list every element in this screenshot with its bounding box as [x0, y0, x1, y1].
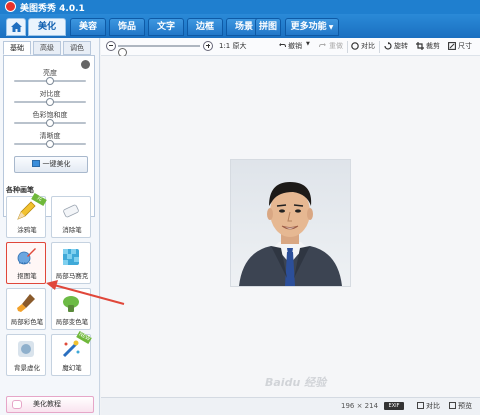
eraser-icon — [63, 204, 79, 218]
cutout-pen-icon — [17, 248, 36, 265]
brush-background-blur[interactable]: 背景虚化 — [6, 334, 46, 376]
status-compare-button[interactable]: 对比 — [417, 401, 440, 411]
undo-dropdown-icon[interactable]: ▼ — [306, 41, 310, 47]
title-bar: 美图秀秀 4.0.1 — [0, 0, 480, 14]
tab-beautify[interactable]: 美化 — [28, 18, 66, 36]
saturation-slider-thumb[interactable] — [46, 119, 54, 127]
tab-frame[interactable]: 边框 — [187, 18, 223, 36]
redo-button[interactable]: 重做 — [329, 41, 343, 51]
chevron-down-icon: ▼ — [328, 24, 334, 31]
saturation-slider[interactable] — [14, 119, 86, 127]
rotate-button[interactable]: 旋转 — [394, 41, 408, 51]
sharpness-slider[interactable] — [14, 140, 86, 148]
tab-more-functions[interactable]: 更多功能 ▼ — [285, 18, 339, 36]
toolbar-divider — [379, 41, 380, 53]
subtab-basic[interactable]: 基础 — [3, 41, 31, 55]
tab-accessories[interactable]: 饰品 — [109, 18, 145, 36]
redo-icon — [319, 43, 326, 47]
preview-icon — [449, 402, 456, 409]
magic-pen-icon — [62, 340, 80, 358]
tab-text[interactable]: 文字 — [148, 18, 184, 36]
resize-button[interactable]: 尺寸 — [458, 41, 472, 51]
crop-button[interactable]: 裁剪 — [426, 41, 440, 51]
hand-icon — [12, 400, 22, 409]
compare-icon — [351, 42, 359, 50]
pencil-icon — [17, 201, 36, 220]
status-bar: 196 × 214 EXIF 对比 预览 — [101, 397, 480, 415]
watermark: Baidu 经验 — [265, 376, 327, 389]
photo-preview — [231, 160, 350, 286]
brush-eraser-pen[interactable]: 消除笔 — [51, 196, 91, 238]
zoom-slider[interactable] — [118, 45, 200, 57]
annotation-arrow-icon — [46, 280, 125, 305]
image-canvas[interactable] — [101, 56, 480, 397]
mosaic-icon — [63, 249, 79, 265]
color-brush-icon — [17, 294, 35, 312]
one-click-beautify-button[interactable]: 一键美化 — [14, 156, 88, 173]
tab-beauty[interactable]: 美容 — [70, 18, 106, 36]
status-preview-button[interactable]: 预览 — [449, 401, 472, 411]
brightness-slider[interactable] — [14, 77, 86, 85]
undo-icon — [279, 43, 286, 47]
home-button[interactable] — [6, 18, 26, 36]
resize-icon — [448, 42, 456, 50]
rotate-icon — [384, 42, 392, 50]
tab-collage[interactable]: 拼图 — [255, 18, 281, 36]
subtab-color[interactable]: 调色 — [63, 41, 91, 55]
zoom-in-icon[interactable] — [203, 41, 213, 51]
compare-icon — [417, 402, 424, 409]
menu-bar: 美化 美容 饰品 文字 边框 场景 拼图 更多功能 ▼ — [0, 14, 480, 38]
image-size-readout: 196 × 214 — [341, 402, 379, 410]
subtab-advanced[interactable]: 高级 — [33, 41, 61, 55]
compare-button[interactable]: 对比 — [361, 41, 375, 51]
canvas-toolbar: 1:1 原大 撤销 ▼ 重做 对比 旋转 裁剪 尺寸 — [101, 38, 480, 57]
contrast-slider[interactable] — [14, 98, 86, 106]
crop-icon — [416, 42, 424, 50]
undo-button[interactable]: 撤销 — [288, 41, 302, 51]
picture-icon — [31, 160, 40, 167]
contrast-slider-thumb[interactable] — [46, 98, 54, 106]
actual-size-button[interactable]: 1:1 原大 — [219, 41, 247, 51]
brush-doodle-pen[interactable]: 元 涂鸦笔 — [6, 192, 47, 238]
window-title: 美图秀秀 4.0.1 — [20, 4, 85, 14]
home-icon — [11, 22, 22, 32]
brush-magic-pen[interactable]: NEW 魔幻笔 — [51, 330, 92, 376]
blur-background-icon — [18, 341, 34, 357]
portrait-image — [239, 182, 342, 286]
beautify-tutorial-button[interactable]: 美化教程 — [6, 396, 94, 413]
zoom-out-icon[interactable] — [106, 41, 116, 51]
toolbar-divider — [347, 41, 348, 53]
sharpness-slider-thumb[interactable] — [46, 140, 54, 148]
app-logo-icon — [5, 1, 16, 12]
exif-button[interactable]: EXIF — [384, 402, 404, 410]
brightness-slider-thumb[interactable] — [46, 77, 54, 85]
left-panel: 基础 高级 调色 亮度 对比度 色彩饱和度 清晰度 一键美化 各种画笔 元 涂鸦… — [0, 38, 100, 415]
